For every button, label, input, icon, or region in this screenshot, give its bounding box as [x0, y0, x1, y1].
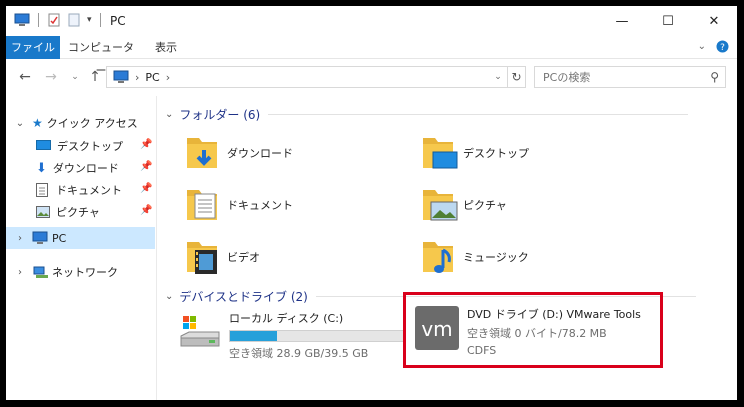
nav-item-label: ダウンロード [52, 162, 119, 175]
tab-file[interactable]: ファイル [6, 36, 60, 59]
folder-music[interactable]: ミュージック [419, 236, 529, 278]
pictures-icon [36, 206, 50, 218]
customize-dropdown-icon[interactable]: ▾ [87, 15, 92, 25]
new-folder-icon[interactable] [67, 13, 81, 27]
breadcrumb-chevron-icon[interactable]: › [166, 71, 170, 84]
star-icon: ★ [32, 116, 43, 130]
computer-icon [32, 231, 48, 244]
folder-label: デスクトップ [463, 147, 529, 160]
nav-item-label: ドキュメント [56, 184, 122, 197]
devices-group-label: デバイスとドライブ (2) [179, 290, 308, 304]
search-box[interactable]: ⚲ [534, 66, 726, 88]
search-icon[interactable]: ⚲ [710, 70, 719, 84]
nav-item-label: ピクチャ [56, 206, 100, 219]
toolbar-separator [38, 13, 39, 27]
window-controls: — ☐ ✕ [599, 6, 737, 36]
group-divider [268, 114, 689, 115]
collapse-chevron-icon[interactable]: ⌄ [165, 109, 173, 120]
help-icon[interactable]: ? [716, 40, 729, 53]
folder-desktop[interactable]: デスクトップ [419, 132, 529, 174]
folder-downloads[interactable]: ダウンロード [183, 132, 293, 174]
computer-icon [14, 13, 30, 26]
expand-ribbon-icon[interactable]: ⌄ [698, 41, 706, 52]
breadcrumb-chevron-icon[interactable]: › [135, 71, 139, 84]
hard-drive-icon [180, 316, 220, 347]
download-arrow-icon: ⬇ [36, 160, 47, 176]
documents-folder-icon [187, 190, 217, 220]
navigation-pane: ⌄ ★ クイック アクセス デスクトップ 📌 ⬇ ダウンロード 📌 ドキュメント… [6, 96, 156, 400]
pin-icon[interactable]: 📌 [140, 183, 152, 194]
expand-chevron-icon[interactable]: › [14, 267, 26, 278]
ribbon-right-controls: ⌄ ? [698, 40, 729, 53]
drive-name: ローカル ディスク (C:) [229, 312, 344, 325]
recent-locations-icon[interactable]: ⌄ [66, 68, 84, 86]
network-icon [33, 266, 48, 278]
folder-pictures[interactable]: ピクチャ [419, 184, 507, 226]
back-arrow-icon[interactable]: ← [16, 68, 34, 86]
nav-item-pictures[interactable]: ピクチャ 📌 [36, 201, 156, 223]
nav-quick-access[interactable]: ⌄ ★ クイック アクセス [14, 112, 138, 134]
desktop-folder-icon [423, 138, 458, 169]
download-folder-icon [187, 138, 217, 168]
desktop-icon [36, 140, 51, 150]
nav-network[interactable]: › ネットワーク [14, 261, 118, 283]
drive-usage-bar [229, 330, 405, 342]
collapse-chevron-icon[interactable]: ⌄ [165, 291, 173, 302]
up-arrow-icon[interactable]: ↑ [86, 68, 104, 86]
drive-local-c[interactable]: ローカル ディスク (C:) 空き領域 28.9 GB/39.5 GB [179, 310, 405, 361]
music-folder-icon [423, 242, 453, 273]
videos-folder-icon [187, 242, 217, 274]
maximize-button[interactable]: ☐ [645, 6, 691, 36]
nav-item-desktop[interactable]: デスクトップ 📌 [36, 135, 156, 157]
expand-chevron-icon[interactable]: ⌄ [14, 118, 26, 129]
search-input[interactable] [543, 70, 703, 84]
explorer-window: ▾ PC — ☐ ✕ ファイル コンピューター 表示 ⌄ ? ← → ⌄ ↑ ›… [6, 6, 737, 400]
tab-computer[interactable]: コンピューター [66, 36, 136, 77]
nav-quick-access-label: クイック アクセス [46, 117, 138, 130]
folder-documents[interactable]: ドキュメント [183, 184, 293, 226]
nav-network-label: ネットワーク [52, 266, 118, 279]
forward-arrow-icon[interactable]: → [42, 68, 60, 86]
properties-icon[interactable] [47, 13, 61, 27]
quick-access-toolbar: ▾ [14, 13, 103, 27]
address-bar[interactable]: › PC › ⌄ ↻ [106, 66, 526, 88]
folder-label: ピクチャ [463, 199, 507, 212]
ribbon-tabs: ファイル コンピューター 表示 ⌄ ? [6, 36, 737, 77]
folder-label: ビデオ [227, 251, 260, 264]
drive-usage-fill [230, 331, 277, 341]
nav-item-label: デスクトップ [57, 140, 123, 153]
toolbar-separator [99, 13, 101, 27]
pictures-folder-icon [423, 190, 458, 221]
pin-icon[interactable]: 📌 [140, 161, 152, 172]
window-title: PC [110, 14, 126, 28]
expand-chevron-icon[interactable]: › [14, 233, 26, 244]
tab-view[interactable]: 表示 [146, 36, 186, 59]
nav-item-documents[interactable]: ドキュメント 📌 [36, 179, 156, 201]
minimize-button[interactable]: — [599, 6, 645, 36]
close-button[interactable]: ✕ [691, 6, 737, 36]
annotation-highlight-box [403, 292, 663, 368]
svg-text:?: ? [720, 43, 725, 53]
folders-group-header[interactable]: ⌄ フォルダー (6) [165, 106, 689, 123]
navigation-bar: ← → ⌄ ↑ › PC › ⌄ ↻ ⚲ [6, 60, 737, 96]
nav-pc-label: PC [52, 231, 67, 245]
drive-free-space: 空き領域 28.9 GB/39.5 GB [229, 347, 369, 360]
folder-label: ドキュメント [227, 199, 293, 212]
address-dropdown-icon[interactable]: ⌄ [489, 72, 507, 82]
pin-icon[interactable]: 📌 [140, 205, 152, 216]
address-controls: ⌄ ↻ [489, 67, 525, 87]
document-icon [36, 183, 48, 197]
breadcrumb-pc[interactable]: PC [145, 71, 159, 84]
folder-videos[interactable]: ビデオ [183, 236, 260, 278]
pin-icon[interactable]: 📌 [140, 139, 152, 150]
title-bar: ▾ PC — ☐ ✕ [6, 6, 737, 36]
nav-pc[interactable]: › PC [14, 227, 66, 249]
folders-group-label: フォルダー (6) [179, 108, 261, 122]
refresh-icon[interactable]: ↻ [507, 67, 525, 87]
folder-label: ダウンロード [227, 147, 293, 160]
computer-icon [113, 70, 129, 83]
nav-item-downloads[interactable]: ⬇ ダウンロード 📌 [36, 157, 156, 179]
folder-label: ミュージック [463, 251, 529, 264]
